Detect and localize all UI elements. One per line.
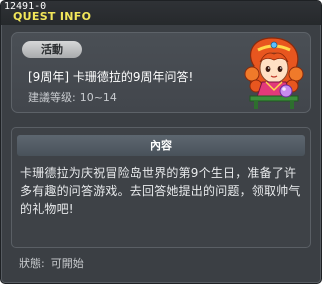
title-bar[interactable]: 12491-0 QUEST INFO [1, 1, 321, 25]
status-label: 狀態: [19, 257, 45, 270]
quest-name: [9周年] 卡珊德拉的9周年问答! [28, 70, 194, 84]
window-title: QUEST INFO [13, 10, 92, 23]
event-badge: 活動 [22, 41, 82, 58]
description-panel: 內容 卡珊德拉为庆祝冒险岛世界的第9个生日，准备了许多有趣的问答游戏。去回答她提… [11, 127, 311, 248]
description-text: 卡珊德拉为庆祝冒险岛世界的第9个生日，准备了许多有趣的问答游戏。去回答她提出的问… [20, 166, 301, 216]
recommended-level: 建議等级: 10~14 [28, 91, 121, 105]
level-label: 建議等级: [28, 91, 76, 104]
npc-portrait-icon [244, 37, 304, 109]
quest-info-window: 12491-0 QUEST INFO 活動 [9周年] 卡珊德拉的9周年问答! … [0, 0, 322, 284]
status-value: 可開始 [50, 257, 84, 270]
level-value: 10~14 [79, 91, 117, 104]
quest-header-panel: 活動 [9周年] 卡珊德拉的9周年问答! 建議等级: 10~14 [11, 32, 311, 113]
quest-status: 狀態: 可開始 [19, 257, 90, 271]
description-header: 內容 [17, 135, 305, 156]
